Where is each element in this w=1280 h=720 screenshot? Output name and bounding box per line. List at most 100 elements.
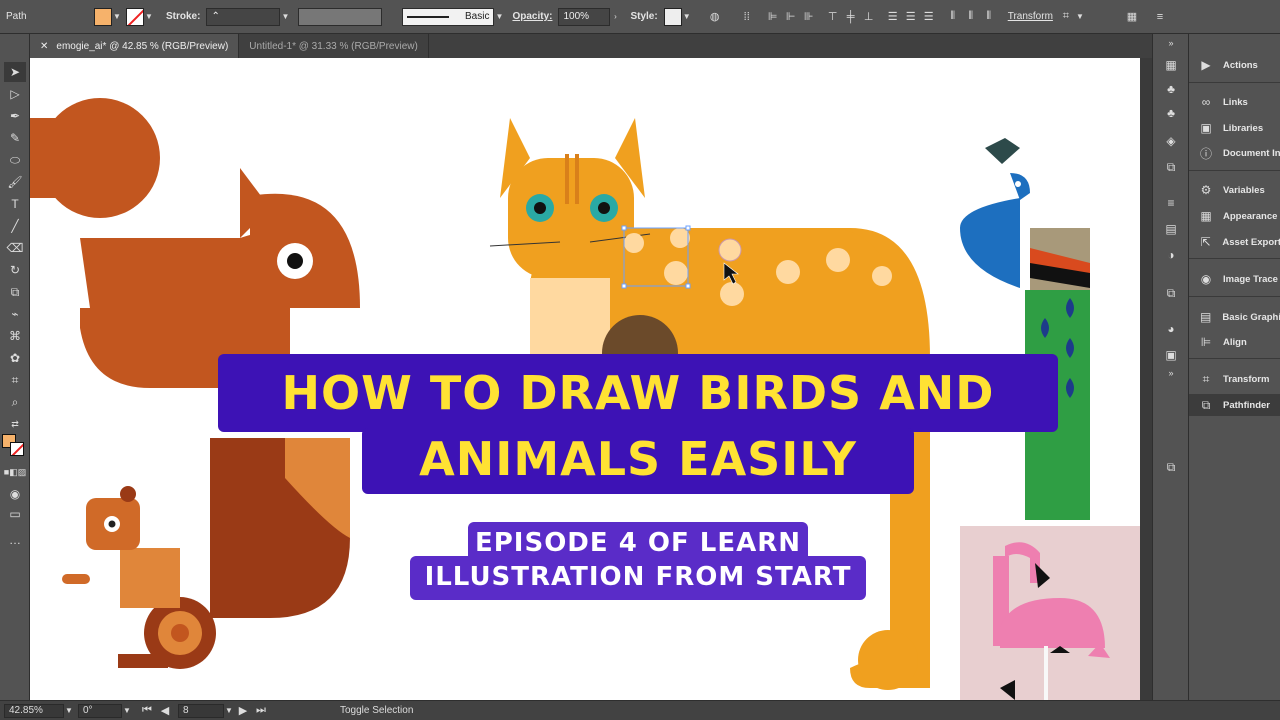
line-tool-icon[interactable]: ╱: [4, 216, 26, 236]
distribute-top-icon[interactable]: ☰: [884, 8, 902, 26]
transform-options-icon[interactable]: ⌗: [1057, 8, 1075, 26]
layers-icon[interactable]: ◈: [1161, 132, 1181, 150]
opacity-field[interactable]: 100%: [558, 7, 611, 26]
paintbrush-tool-icon[interactable]: 🖌: [4, 172, 26, 192]
fill-swatch[interactable]: [94, 7, 112, 26]
transparency-panel-icon[interactable]: ◑: [1161, 246, 1181, 264]
tab-untitled-1[interactable]: Untitled-1* @ 31.33 % (RGB/Preview): [239, 34, 429, 58]
artboards-icon[interactable]: ⧉: [1161, 158, 1181, 176]
more-tools-icon[interactable]: …: [4, 530, 26, 550]
opacity-label[interactable]: Opacity:: [512, 11, 552, 22]
free-transform-tool-icon[interactable]: ⧉: [4, 282, 26, 302]
panel-libraries[interactable]: ▣ Libraries: [1189, 117, 1280, 139]
stroke-weight-field[interactable]: ⌃: [206, 7, 281, 26]
chevron-right-icon[interactable]: ›: [610, 12, 620, 21]
align-middle-icon[interactable]: ╪: [842, 8, 860, 26]
small-squirrel-illustration[interactable]: [62, 438, 350, 669]
align-top-icon[interactable]: ⊤: [824, 8, 842, 26]
stroke-color-control[interactable]: ▼: [126, 7, 154, 26]
collapse-panels-icon[interactable]: »: [1161, 34, 1181, 52]
panel-asset-export[interactable]: ⇱ Asset Export: [1189, 231, 1280, 253]
stroke-color-box[interactable]: [10, 442, 24, 456]
panel-transform[interactable]: ⌗ Transform: [1189, 368, 1280, 390]
panel-basic-graphic-styles[interactable]: ▤ Basic Graphi: [1189, 306, 1280, 328]
chevron-down-icon[interactable]: ▼: [224, 706, 234, 715]
zoom-field[interactable]: 42.85%: [4, 703, 64, 718]
distribute-middle-icon[interactable]: ☰: [902, 8, 920, 26]
last-artboard-icon[interactable]: ⏭: [252, 702, 270, 720]
artboard-tool-icon[interactable]: ⌗: [4, 370, 26, 390]
panel-actions[interactable]: ▶ Actions: [1189, 54, 1280, 76]
swap-fill-stroke-icon[interactable]: ⇄: [4, 414, 26, 434]
recolor-artwork-icon[interactable]: ◍: [706, 8, 724, 26]
brush-definition-field[interactable]: Basic: [402, 7, 495, 26]
zoom-tool-icon[interactable]: ⌕: [4, 392, 26, 412]
panel-pathfinder[interactable]: ⧉ Pathfinder: [1189, 394, 1280, 416]
align-bottom-icon[interactable]: ⊥: [860, 8, 878, 26]
chevron-down-icon[interactable]: ▼: [122, 706, 132, 715]
squirrel-illustration[interactable]: [30, 98, 360, 388]
close-icon[interactable]: ✕: [40, 41, 48, 52]
export-panel-icon[interactable]: ⧉: [1161, 284, 1181, 302]
distribute-right-icon[interactable]: ⫴: [980, 8, 998, 26]
collapse-panels-icon[interactable]: »: [1161, 364, 1181, 382]
stroke-panel-icon[interactable]: ≡: [1161, 194, 1181, 212]
tab-emogie[interactable]: ✕ emogie_ai* @ 42.85 % (RGB/Preview): [30, 34, 240, 58]
curvature-tool-icon[interactable]: ✎: [4, 128, 26, 148]
swatches-icon[interactable]: ▦: [1161, 56, 1181, 74]
style-swatch[interactable]: [663, 7, 682, 26]
align-center-icon[interactable]: ⊩: [782, 8, 800, 26]
peacock-illustration[interactable]: [960, 138, 1090, 520]
brushes-icon[interactable]: ♣: [1161, 80, 1181, 98]
panel-menu-icon[interactable]: ≡: [1151, 8, 1169, 26]
fill-color-control[interactable]: ▼: [94, 7, 122, 26]
color-mode-icon[interactable]: ■◧▨: [4, 462, 26, 482]
chevron-down-icon[interactable]: ▼: [280, 12, 290, 21]
rotate-tool-icon[interactable]: ↻: [4, 260, 26, 280]
ellipse-tool-icon[interactable]: ⬭: [4, 150, 26, 170]
flamingo-illustration[interactable]: [960, 526, 1140, 700]
panel-image-trace[interactable]: ◉ Image Trace: [1189, 268, 1280, 290]
direct-selection-tool-icon[interactable]: ▷: [4, 84, 26, 104]
chevron-down-icon[interactable]: ▼: [144, 12, 154, 21]
symbol-sprayer-tool-icon[interactable]: ✿: [4, 348, 26, 368]
previous-artboard-icon[interactable]: ◀: [156, 702, 174, 720]
artboard-field[interactable]: 8: [178, 703, 224, 718]
distribute-left-icon[interactable]: ⫴: [944, 8, 962, 26]
panel-document-info[interactable]: ⓘ Document In: [1189, 142, 1280, 164]
eraser-tool-icon[interactable]: ⌫: [4, 238, 26, 258]
distribute-bottom-icon[interactable]: ☰: [920, 8, 938, 26]
align-left-icon[interactable]: ⊫: [764, 8, 782, 26]
next-artboard-icon[interactable]: ▶: [234, 702, 252, 720]
align-right-icon[interactable]: ⊪: [800, 8, 818, 26]
status-mode-label[interactable]: Toggle Selection: [340, 705, 413, 716]
chevron-down-icon[interactable]: ▼: [494, 12, 504, 21]
shape-mode-icon[interactable]: ⧉: [1161, 458, 1181, 476]
blend-tool-icon[interactable]: ⌘: [4, 326, 26, 346]
arrange-documents-icon[interactable]: ▦: [1123, 8, 1141, 26]
screen-mode-icon[interactable]: ▭: [4, 504, 26, 524]
type-tool-icon[interactable]: T: [4, 194, 26, 214]
rotation-field[interactable]: 0°: [78, 703, 122, 718]
symbols-icon[interactable]: ♣: [1161, 104, 1181, 122]
align-to-selection-icon[interactable]: ⁞⁞: [738, 8, 756, 26]
chevron-down-icon[interactable]: ▼: [682, 12, 692, 21]
chevron-down-icon[interactable]: ▼: [112, 12, 122, 21]
graphic-styles-strip-icon[interactable]: ▣: [1161, 346, 1181, 364]
gradient-panel-icon[interactable]: ▤: [1161, 220, 1181, 238]
eyedropper-tool-icon[interactable]: ⌁: [4, 304, 26, 324]
transform-link[interactable]: Transform: [1008, 11, 1053, 22]
panel-links[interactable]: ∞ Links: [1189, 91, 1280, 113]
panel-variables[interactable]: ⚙ Variables: [1189, 179, 1280, 201]
stroke-none-swatch[interactable]: [126, 7, 144, 26]
pen-tool-icon[interactable]: ✒: [4, 106, 26, 126]
selection-tool-icon[interactable]: ➤: [4, 62, 26, 82]
color-guide-icon[interactable]: ◕: [1161, 320, 1181, 338]
panel-appearance[interactable]: ▦ Appearance: [1189, 205, 1280, 227]
drawing-mode-icon[interactable]: ◉: [4, 484, 26, 504]
first-artboard-icon[interactable]: ⏮: [138, 702, 156, 720]
chevron-down-icon[interactable]: ▼: [1075, 12, 1085, 21]
distribute-center-icon[interactable]: ⫴: [962, 8, 980, 26]
variable-width-field[interactable]: [298, 7, 383, 26]
panel-align[interactable]: ⊫ Align: [1189, 331, 1280, 353]
